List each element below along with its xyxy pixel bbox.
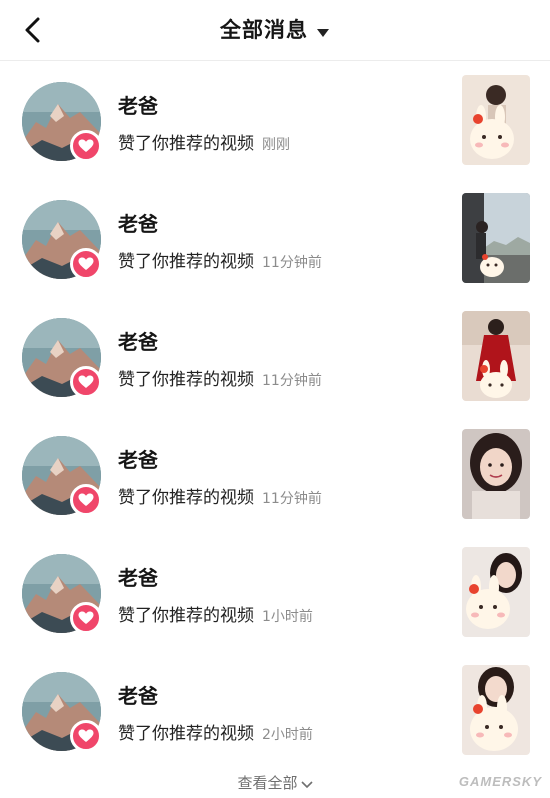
watermark-logo: GAMERSKY [458, 774, 542, 789]
action-text: 赞了你推荐的视频 [118, 724, 254, 744]
video-thumbnail[interactable] [462, 547, 530, 637]
title-dropdown[interactable]: 全部消息 [0, 14, 550, 47]
timestamp: 刚刚 [262, 137, 290, 153]
heart-icon [78, 611, 94, 624]
action-text: 赞了你推荐的视频 [118, 134, 254, 154]
like-badge [70, 484, 102, 516]
notification-item[interactable]: 老爸 赞了你推荐的视频 刚刚 [0, 62, 550, 180]
timestamp: 11分钟前 [262, 373, 322, 389]
notification-item[interactable]: 老爸 赞了你推荐的视频 11分钟前 [0, 180, 550, 298]
notification-list: 老爸 赞了你推荐的视频 刚刚 老爸 赞了你推荐的视频 11分钟前 老爸 赞了你推… [0, 62, 550, 770]
like-badge [70, 602, 102, 634]
notification-text: 赞了你推荐的视频 11分钟前 [118, 368, 322, 393]
like-badge [70, 720, 102, 752]
heart-icon [78, 493, 94, 506]
sender-name[interactable]: 老爸 [118, 210, 158, 238]
like-badge [70, 130, 102, 162]
heart-icon [78, 139, 94, 152]
sender-name[interactable]: 老爸 [118, 328, 158, 356]
video-thumbnail[interactable] [462, 311, 530, 401]
like-badge [70, 248, 102, 280]
sender-name[interactable]: 老爸 [118, 446, 158, 474]
notification-text: 赞了你推荐的视频 2小时前 [118, 722, 313, 747]
heart-icon [78, 375, 94, 388]
action-text: 赞了你推荐的视频 [118, 488, 254, 508]
timestamp: 1小时前 [262, 609, 313, 625]
video-thumbnail[interactable] [462, 429, 530, 519]
notification-item[interactable]: 老爸 赞了你推荐的视频 1小时前 [0, 534, 550, 652]
notification-text: 赞了你推荐的视频 1小时前 [118, 604, 313, 629]
notification-item[interactable]: 老爸 赞了你推荐的视频 11分钟前 [0, 416, 550, 534]
sender-name[interactable]: 老爸 [118, 682, 158, 710]
action-text: 赞了你推荐的视频 [118, 606, 254, 626]
timestamp: 2小时前 [262, 727, 313, 743]
notification-item[interactable]: 老爸 赞了你推荐的视频 11分钟前 [0, 298, 550, 416]
video-thumbnail[interactable] [462, 665, 530, 755]
sender-name[interactable]: 老爸 [118, 92, 158, 120]
notification-text: 赞了你推荐的视频 11分钟前 [118, 486, 322, 511]
caret-down-icon [316, 15, 330, 47]
video-thumbnail[interactable] [462, 193, 530, 283]
header-bar: 全部消息 [0, 0, 550, 61]
timestamp: 11分钟前 [262, 255, 322, 271]
like-badge [70, 366, 102, 398]
chevron-down-icon [300, 772, 313, 796]
heart-icon [78, 257, 94, 270]
sender-name[interactable]: 老爸 [118, 564, 158, 592]
notification-text: 赞了你推荐的视频 11分钟前 [118, 250, 322, 275]
view-all-label: 查看全部 [237, 774, 298, 792]
action-text: 赞了你推荐的视频 [118, 252, 254, 272]
notification-item[interactable]: 老爸 赞了你推荐的视频 2小时前 [0, 652, 550, 770]
notification-text: 赞了你推荐的视频 刚刚 [118, 132, 290, 157]
video-thumbnail[interactable] [462, 75, 530, 165]
page-title: 全部消息 [220, 18, 308, 42]
timestamp: 11分钟前 [262, 491, 322, 507]
action-text: 赞了你推荐的视频 [118, 370, 254, 390]
heart-icon [78, 729, 94, 742]
